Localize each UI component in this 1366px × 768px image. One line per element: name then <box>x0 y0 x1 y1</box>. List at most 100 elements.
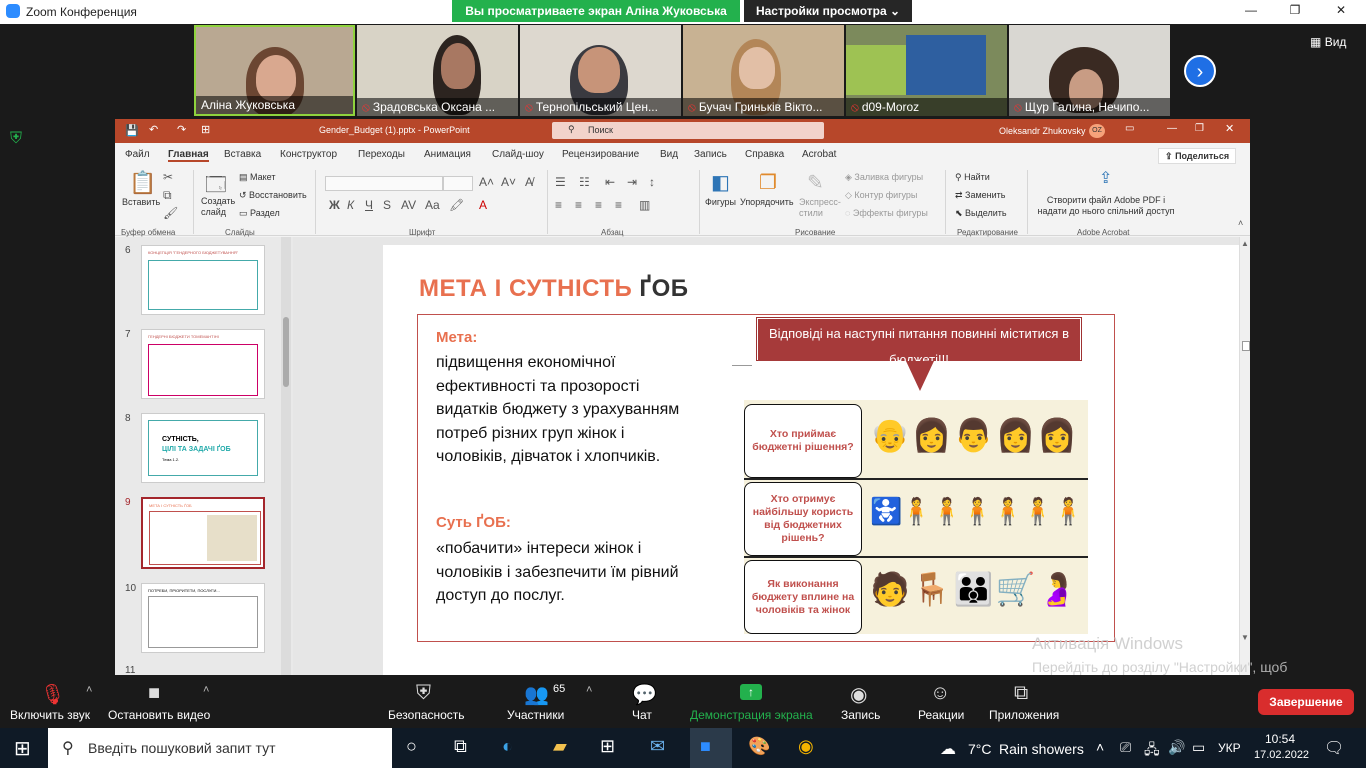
chrome-icon[interactable]: ◉ <box>798 736 814 757</box>
slide-thumbnail-selected[interactable]: МЕТА І СУТНІСТЬ ҐОБ <box>141 497 265 569</box>
file-explorer-icon[interactable]: ▰ <box>553 736 567 757</box>
slide-scrollbar[interactable]: ▲ ▼ <box>1239 237 1250 675</box>
tab-acrobat[interactable]: Acrobat <box>802 149 836 160</box>
slide-thumbnail[interactable]: ГЕНДЕРНІ БЮДЖЕТИ ТОМЕМАНТІНІ <box>141 329 265 399</box>
paste-icon[interactable]: 📋 <box>129 170 156 196</box>
collapse-ribbon-icon[interactable]: ˄ <box>1238 218 1243 228</box>
cortana-icon[interactable]: ○ <box>406 736 417 757</box>
highlight-icon[interactable]: 🖍 <box>449 198 464 212</box>
thumbnail-scrollbar[interactable] <box>281 237 291 675</box>
minimize-icon[interactable]: — <box>1236 3 1266 21</box>
quick-styles-icon[interactable]: ✎ <box>807 170 824 195</box>
tab-design[interactable]: Конструктор <box>280 149 337 160</box>
unmute-button[interactable]: Включить звук <box>10 708 90 722</box>
share-screen-button[interactable]: Демонстрация экрана <box>690 708 813 722</box>
view-options-button[interactable]: Настройки просмотра ⌄ <box>744 0 912 22</box>
clock-date[interactable]: 17.02.2022 <box>1254 749 1309 761</box>
current-slide[interactable]: МЕТА І СУТНІСТЬ ҐОБ Мета: підвищення еко… <box>383 245 1247 675</box>
tab-file[interactable]: Файл <box>125 149 150 160</box>
tab-insert[interactable]: Вставка <box>224 149 261 160</box>
presenter-icon[interactable]: ⊞ <box>201 123 210 136</box>
redo-icon[interactable]: ↷ <box>177 123 186 136</box>
reactions-icon[interactable]: ☺ <box>930 682 950 705</box>
reset-button[interactable]: ↺ Восстановить <box>239 190 307 201</box>
paint-icon[interactable]: 🎨 <box>748 736 770 757</box>
share-button[interactable]: ⇪ Поделиться <box>1158 148 1237 164</box>
shapes-icon[interactable]: ◧ <box>711 170 730 195</box>
tab-animations[interactable]: Анимация <box>424 149 471 160</box>
justify-icon[interactable]: ≡ <box>615 198 622 212</box>
zoom-taskbar-icon[interactable]: ■ <box>700 736 711 757</box>
shapes-button[interactable]: Фигуры <box>705 197 736 207</box>
avatar[interactable]: OZ <box>1089 124 1105 138</box>
arrange-icon[interactable]: ❐ <box>759 170 777 195</box>
close-icon[interactable]: ✕ <box>1225 122 1234 135</box>
muted-mic-icon[interactable]: 🎙 <box>40 682 65 707</box>
align-center-icon[interactable]: ≡ <box>575 198 582 212</box>
notifications-icon[interactable]: 🗨 <box>1324 738 1344 758</box>
section-button[interactable]: ▭ Раздел <box>239 208 280 219</box>
shape-effects-button[interactable]: ◌ Эффекты фигуры <box>845 208 928 218</box>
chat-icon[interactable]: 💬 <box>632 682 657 707</box>
stop-video-button[interactable]: Остановить видео <box>108 708 210 722</box>
end-meeting-button[interactable]: Завершение <box>1258 689 1354 715</box>
weather-icon[interactable]: ☁ <box>940 739 956 759</box>
underline-icon[interactable]: Ч <box>365 198 373 212</box>
line-spacing-icon[interactable]: ↕ <box>649 175 655 189</box>
chevron-up-icon[interactable]: ˄ <box>586 684 592 696</box>
apps-button[interactable]: Приложения <box>989 708 1059 722</box>
search-input[interactable]: ⚲ Поиск <box>552 122 824 139</box>
chevron-up-icon[interactable]: ˄ <box>86 684 92 696</box>
record-icon[interactable]: ◉ <box>850 682 867 707</box>
strikethrough-icon[interactable]: S <box>383 198 391 212</box>
network-icon[interactable]: 🖧 <box>1144 739 1160 763</box>
adobe-pdf-icon[interactable]: ⇪ <box>1099 168 1112 188</box>
slide-thumbnail[interactable]: ПОТРЕБИ, ПРІОРИТЕТИ, ПОСЛУГИ... <box>141 583 265 653</box>
apps-icon[interactable]: ⧉ <box>1014 682 1028 705</box>
quick-styles-button[interactable]: Экспресс-стили <box>799 197 841 219</box>
record-button[interactable]: Запись <box>841 708 880 722</box>
security-button[interactable]: Безопасность <box>388 708 465 722</box>
clear-format-icon[interactable]: A̸ <box>525 175 533 189</box>
adobe-create-button[interactable]: Створити файл Adobe PDF і надати до ньог… <box>1035 195 1177 217</box>
bold-icon[interactable]: Ж <box>329 198 340 212</box>
participant-tile[interactable]: ⦸ d09-Moroz <box>846 25 1007 116</box>
security-shield-icon[interactable]: ⛨ <box>416 682 431 705</box>
start-icon[interactable]: ⊞ <box>14 736 31 761</box>
participant-tile[interactable]: ⦸ Бучач Гриньків Вікто... <box>683 25 844 116</box>
maximize-icon[interactable]: ❐ <box>1195 123 1204 134</box>
bullets-icon[interactable]: ☰ <box>555 175 566 189</box>
align-left-icon[interactable]: ≡ <box>555 198 562 212</box>
font-size-select[interactable] <box>443 176 473 191</box>
participants-icon[interactable]: 👥 <box>524 682 549 707</box>
decrease-indent-icon[interactable]: ⇤ <box>605 175 615 189</box>
align-right-icon[interactable]: ≡ <box>595 198 602 212</box>
case-icon[interactable]: Aa <box>425 198 440 212</box>
shape-outline-button[interactable]: ◇ Контур фигуры <box>845 190 917 201</box>
copy-icon[interactable]: ⧉ <box>163 188 172 203</box>
video-camera-icon[interactable]: ■ <box>148 682 160 705</box>
edge-icon[interactable]: ◐ <box>502 736 513 757</box>
arrange-button[interactable]: Упорядочить <box>740 197 794 207</box>
increase-indent-icon[interactable]: ⇥ <box>627 175 637 189</box>
replace-button[interactable]: ⇄ Заменить <box>955 190 1006 201</box>
font-family-select[interactable] <box>325 176 443 191</box>
volume-icon[interactable]: 🔊 <box>1168 739 1185 756</box>
task-view-icon[interactable]: ⧉ <box>454 736 467 757</box>
grow-font-icon[interactable]: A˄ <box>479 175 494 189</box>
paste-button[interactable]: Вставить <box>122 197 160 207</box>
participants-button[interactable]: Участники <box>507 708 564 722</box>
meet-now-icon[interactable]: ⎚ <box>1120 739 1131 756</box>
participant-tile[interactable]: Аліна Жуковська <box>194 25 355 116</box>
tab-help[interactable]: Справка <box>745 149 784 160</box>
shrink-font-icon[interactable]: A˅ <box>501 175 516 189</box>
chat-button[interactable]: Чат <box>632 708 652 722</box>
slide-thumbnail[interactable]: СУТНІСТЬ, ЦІЛІ ТА ЗАДАЧІ ҐОБ Тема 1.2. <box>141 413 265 483</box>
clock-time[interactable]: 10:54 <box>1265 732 1295 746</box>
ribbon-display-icon[interactable]: ▭ <box>1125 123 1134 134</box>
slide-thumbnail[interactable]: КОНЦЕПЦІЯ "ГЕНДЕРНОГО БЮДЖЕТУВАННЯ" <box>141 245 265 315</box>
tab-transitions[interactable]: Переходы <box>358 149 405 160</box>
columns-icon[interactable]: ▥ <box>639 198 650 212</box>
minimize-icon[interactable]: — <box>1167 123 1177 134</box>
select-button[interactable]: ⬉ Выделить <box>955 208 1007 219</box>
